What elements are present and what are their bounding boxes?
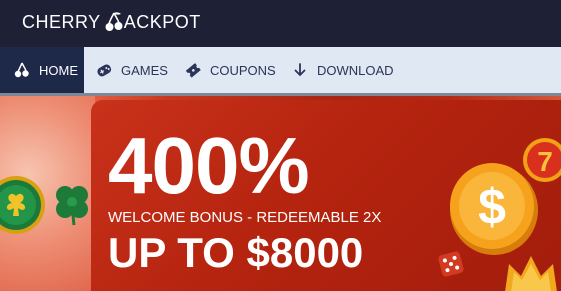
coupon-tag-icon	[184, 61, 202, 79]
nav-label-games: GAMES	[121, 62, 168, 78]
site-logo[interactable]: CHERRY ACKPOT	[22, 11, 201, 33]
lucky-seven-coin-icon: 7	[523, 138, 561, 182]
logo-text-left: CHERRY	[22, 11, 101, 32]
nav-item-home[interactable]: HOME	[0, 47, 84, 93]
clover-icon	[56, 186, 88, 226]
crown-icon	[505, 256, 557, 291]
nav-label-coupons: COUPONS	[210, 62, 276, 78]
main-nav: HOME GAMES COUPONS DOWNLOAD	[0, 47, 561, 96]
promo-headline: 400%	[108, 121, 310, 210]
dice-icon	[438, 251, 464, 277]
logo-text-right: ACKPOT	[123, 11, 201, 32]
svg-text:$: $	[478, 179, 506, 235]
nav-item-games[interactable]: GAMES	[95, 47, 168, 93]
promo-amount: UP TO $8000	[108, 229, 364, 276]
download-arrow-icon	[291, 61, 309, 79]
svg-text:7: 7	[537, 146, 553, 177]
nav-item-coupons[interactable]: COUPONS	[184, 47, 276, 93]
nav-label-home: HOME	[39, 62, 78, 78]
nav-item-download[interactable]: DOWNLOAD	[291, 47, 394, 93]
gamepad-icon	[95, 61, 113, 79]
cherry-icon	[13, 61, 31, 79]
nav-label-download: DOWNLOAD	[317, 62, 394, 78]
promo-subline: WELCOME BONUS - REDEEMABLE 2X	[108, 209, 382, 226]
cherry-logo-icon	[105, 11, 123, 33]
top-header: CHERRY ACKPOT	[0, 0, 561, 47]
green-coin-icon	[0, 176, 45, 234]
